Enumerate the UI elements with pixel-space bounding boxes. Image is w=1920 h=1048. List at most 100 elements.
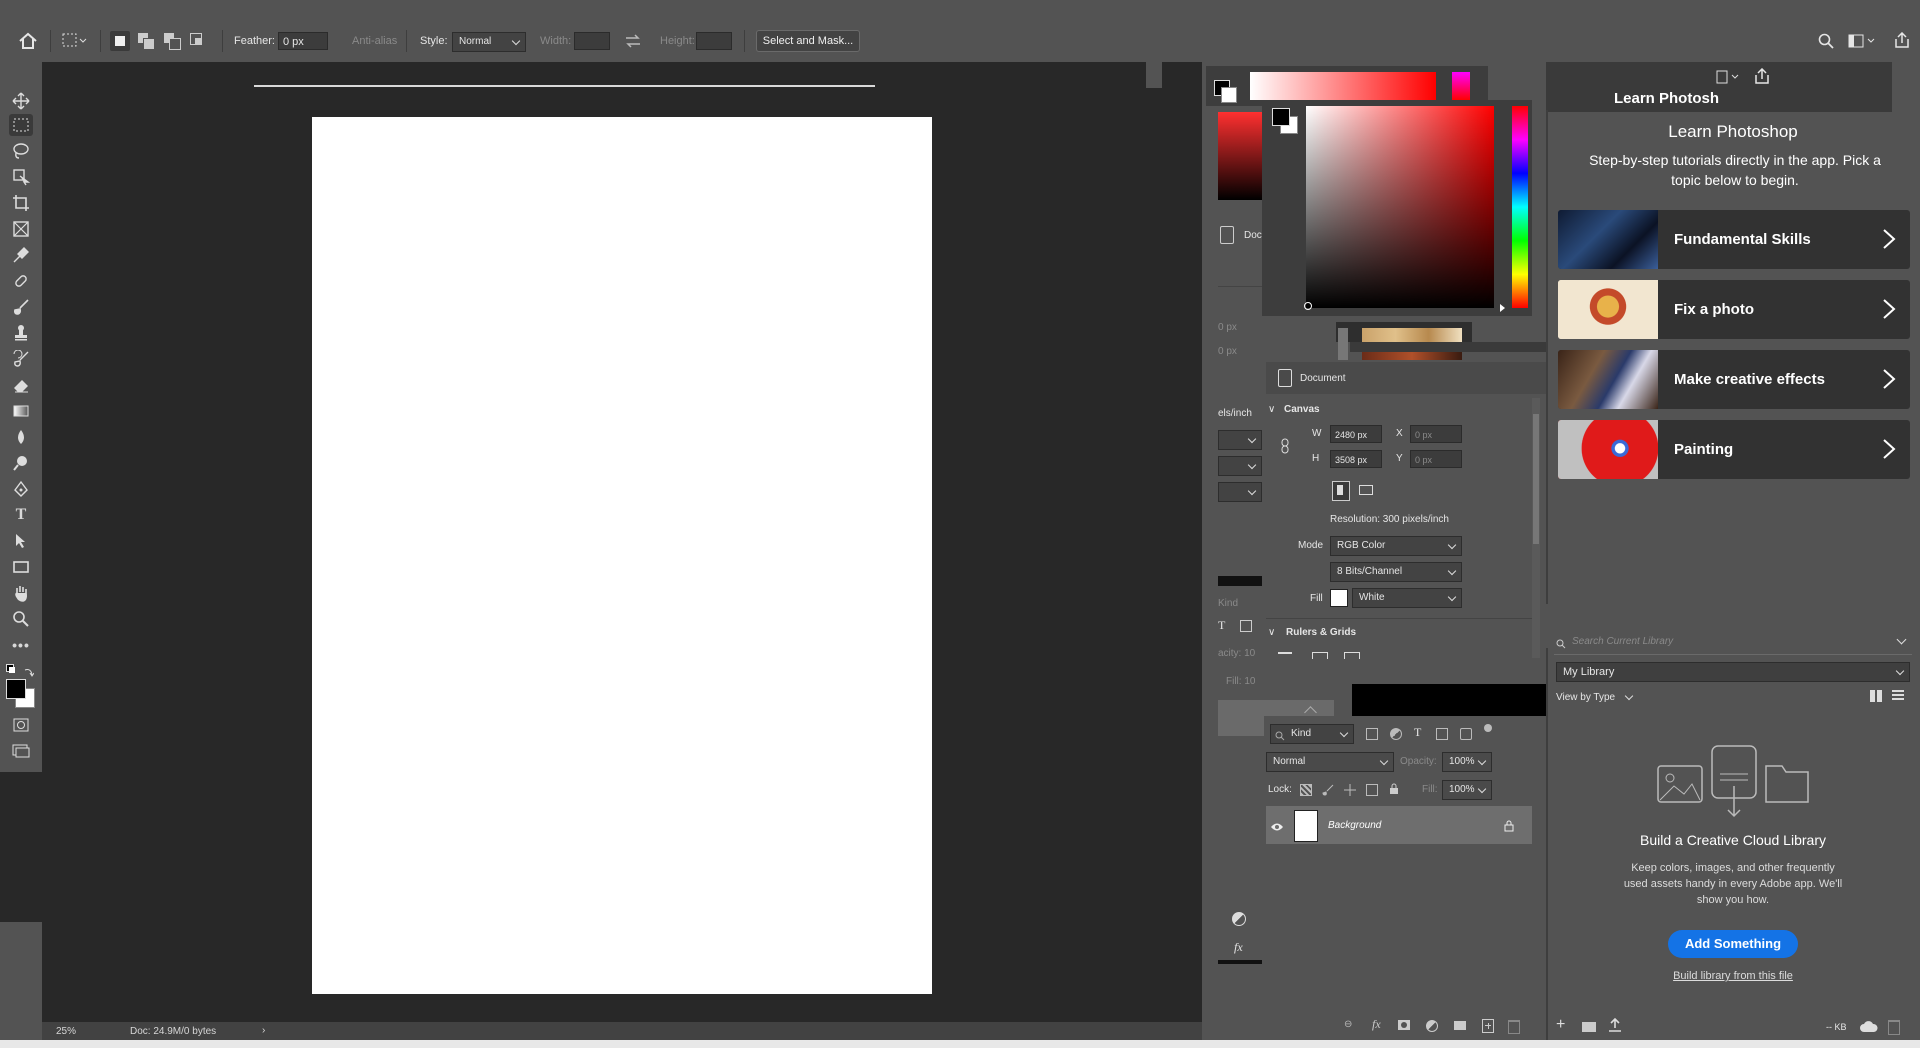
y-field[interactable]: 0 px (1410, 450, 1462, 468)
document-page[interactable] (312, 117, 932, 994)
layer-lock-icon[interactable] (1504, 819, 1514, 832)
color-bar-back[interactable] (1250, 72, 1436, 100)
library-folder-icon[interactable] (1582, 1022, 1596, 1032)
new-group-icon[interactable] (1454, 1021, 1466, 1030)
picker-marker[interactable] (1304, 302, 1312, 310)
layer-name[interactable]: Background (1328, 820, 1381, 831)
crop-tool-icon[interactable] (9, 192, 33, 214)
more-tools-icon[interactable]: ••• (9, 634, 33, 656)
select-and-mask-button[interactable]: Select and Mask... (756, 30, 860, 52)
hue-arrow[interactable] (1500, 304, 1505, 312)
library-search-input[interactable]: Search Current Library (1572, 636, 1673, 647)
height-input[interactable] (696, 32, 732, 50)
lock-position-icon[interactable] (1344, 783, 1356, 796)
cloud-icon[interactable] (1860, 1020, 1878, 1032)
filter-type-icon[interactable]: T (1414, 725, 1421, 740)
filter-toggle-icon[interactable] (1484, 724, 1492, 732)
dodge-tool-icon[interactable] (9, 452, 33, 474)
gradient-tool-icon[interactable] (9, 400, 33, 422)
move-tool-icon[interactable] (9, 90, 33, 112)
height-field[interactable]: 3508 px (1330, 450, 1382, 468)
lasso-tool-icon[interactable] (9, 140, 33, 162)
saturation-brightness-field[interactable] (1306, 106, 1494, 308)
library-add-icon[interactable]: + (1556, 1016, 1565, 1034)
frame-tool-icon[interactable] (9, 218, 33, 240)
history-brush-tool-icon[interactable] (9, 348, 33, 370)
fg-bg-swatch-back[interactable] (1214, 80, 1237, 103)
dropdown-back-2[interactable] (1218, 456, 1262, 476)
width-input[interactable] (574, 32, 610, 50)
thumb-strip-scroll[interactable] (1338, 328, 1348, 362)
rulers-chevron-icon[interactable]: ∨ (1268, 627, 1275, 638)
blur-tool-icon[interactable] (9, 426, 33, 448)
pen-tool-icon[interactable] (9, 478, 33, 500)
style-select[interactable]: Normal (452, 32, 526, 52)
new-layer-icon[interactable] (1482, 1019, 1494, 1033)
hand-tool-icon[interactable] (9, 582, 33, 604)
eye-icon[interactable] (1270, 819, 1284, 831)
dropdown-back-1[interactable] (1218, 430, 1262, 450)
link-icon[interactable] (1280, 438, 1290, 454)
add-something-button[interactable]: Add Something (1668, 930, 1798, 958)
list-view-icon[interactable] (1892, 690, 1904, 702)
mini-color-field[interactable] (1218, 112, 1262, 200)
blend-mode-select[interactable]: Normal (1266, 752, 1394, 772)
fill-select[interactable]: White (1352, 588, 1462, 608)
default-colors-icon[interactable] (6, 664, 16, 674)
rulers-grids-label[interactable]: Rulers & Grids (1286, 627, 1356, 638)
fx-icon-back[interactable]: fx (1234, 940, 1243, 955)
search-icon[interactable] (1818, 33, 1834, 49)
type-tool-icon[interactable]: T (9, 504, 33, 526)
home-icon[interactable] (18, 32, 38, 50)
layer-fill-select[interactable]: 100% (1442, 780, 1492, 800)
build-library-link[interactable]: Build library from this file (1546, 970, 1920, 982)
portrait-icon[interactable] (1332, 481, 1350, 501)
learn-card-make-creative-effects[interactable]: Make creative effects (1558, 350, 1910, 409)
adjustment-layer-icon[interactable] (1426, 1020, 1438, 1032)
marquee-preset-icon[interactable] (62, 33, 88, 49)
library-select[interactable]: My Library (1556, 662, 1910, 682)
filter-adjust-icon[interactable] (1390, 728, 1402, 740)
brush-tool-icon[interactable] (9, 296, 33, 318)
canvas-section-label[interactable]: Canvas (1284, 404, 1320, 415)
zoom-level[interactable]: 25% (56, 1026, 76, 1037)
x-field[interactable]: 0 px (1410, 425, 1462, 443)
swap-icon[interactable] (624, 33, 642, 49)
grid-view-icon[interactable] (1870, 690, 1882, 702)
opacity-select[interactable]: 100% (1442, 752, 1492, 772)
swap-colors-icon[interactable] (24, 664, 35, 677)
fx-icon[interactable]: fx (1372, 1017, 1381, 1032)
lock-paint-icon[interactable] (1322, 783, 1334, 796)
zoom-tool-icon[interactable] (9, 608, 33, 630)
marquee-tool-icon[interactable] (9, 114, 33, 136)
learn-card-painting[interactable]: Painting (1558, 420, 1910, 479)
learn-share-icon[interactable] (1754, 67, 1770, 84)
delete-layer-icon[interactable] (1508, 1020, 1520, 1034)
adjust-icon-back[interactable] (1232, 912, 1246, 926)
link-layers-icon[interactable]: ⊖ (1344, 1019, 1352, 1030)
share-icon[interactable] (1894, 31, 1910, 48)
path-select-tool-icon[interactable] (9, 530, 33, 552)
add-selection-icon[interactable] (138, 33, 155, 50)
hue-slider[interactable] (1512, 106, 1528, 308)
mode-select[interactable]: RGB Color (1330, 536, 1462, 556)
filter-shape-icon[interactable] (1436, 728, 1448, 740)
anti-alias-checkbox[interactable]: Anti-alias (352, 35, 397, 47)
stamp-tool-icon[interactable] (9, 322, 33, 344)
landscape-icon[interactable] (1358, 483, 1374, 497)
fill-swatch[interactable] (1330, 589, 1348, 607)
status-chevron-icon[interactable]: › (262, 1025, 265, 1036)
intersect-selection-icon[interactable] (190, 33, 206, 49)
new-selection-icon[interactable] (110, 31, 130, 51)
lock-artboard-icon[interactable] (1366, 784, 1378, 796)
panel-menu-icon[interactable] (1716, 70, 1744, 84)
eyedropper-tool-icon[interactable] (9, 244, 33, 266)
canvas-chevron-icon[interactable]: ∨ (1268, 404, 1275, 415)
properties-scrollbar[interactable] (1532, 398, 1540, 658)
screen-mode-icon[interactable] (9, 740, 33, 762)
fg-bg-swatch-front[interactable] (1272, 108, 1298, 134)
subtract-selection-icon[interactable] (164, 33, 181, 50)
view-by-type-select[interactable]: View by Type (1556, 692, 1615, 703)
width-field[interactable]: 2480 px (1330, 425, 1382, 443)
rectangle-tool-icon[interactable] (9, 556, 33, 578)
